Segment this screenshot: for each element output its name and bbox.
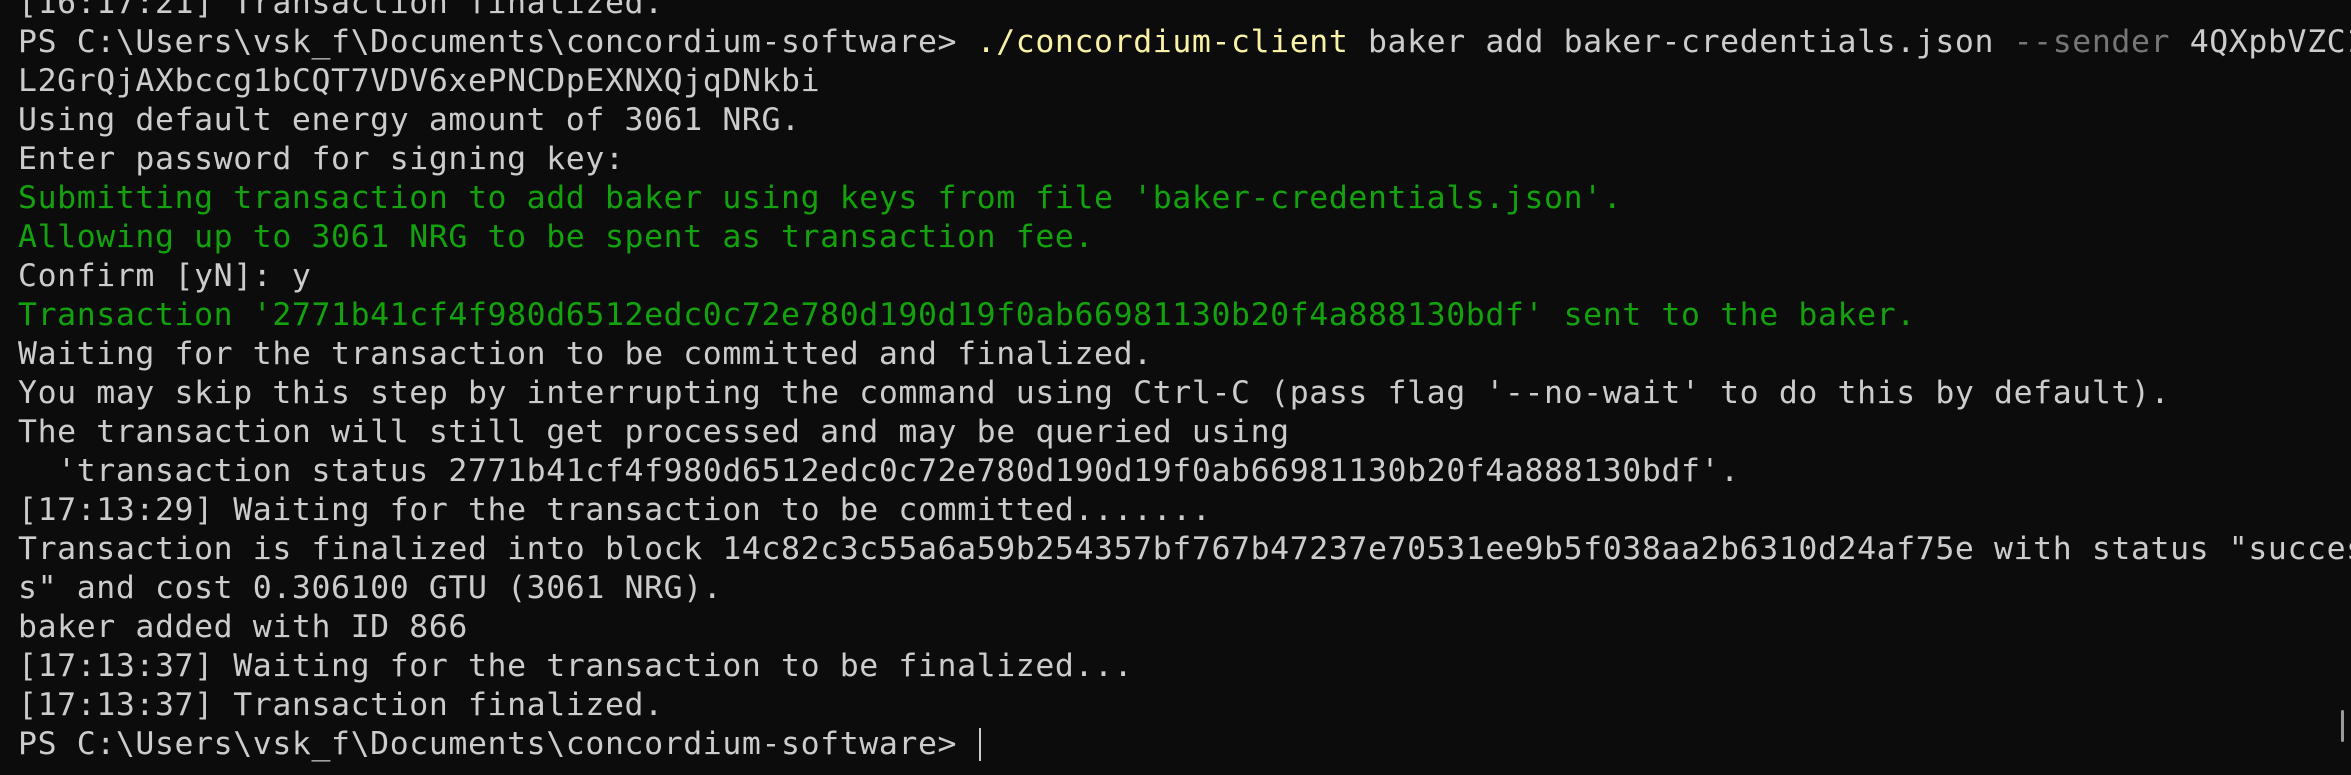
text-segment: You may skip this step by interrupting t… — [18, 375, 2171, 411]
output-line: [16:17:21] Transaction finalized. — [18, 0, 2351, 23]
output-line: Confirm [yN]: y — [18, 257, 2351, 296]
text-segment: 4QXpbVZC1 — [2170, 24, 2351, 60]
scrollbar-thumb[interactable] — [2341, 710, 2344, 742]
text-segment: [17:13:37] Transaction finalized. — [18, 687, 664, 723]
output-line: [17:13:37] Waiting for the transaction t… — [18, 647, 2351, 686]
output-line: Allowing up to 3061 NRG to be spent as t… — [18, 218, 2351, 257]
text-segment: Waiting for the transaction to be commit… — [18, 336, 1153, 372]
text-segment: Confirm [yN]: y — [18, 258, 312, 294]
output-line: Using default energy amount of 3061 NRG. — [18, 101, 2351, 140]
prompt-line: PS C:\Users\vsk_f\Documents\concordium-s… — [18, 725, 2351, 764]
text-segment: L2GrQjAXbccg1bCQT7VDV6xePNCDpEXNXQjqDNkb… — [18, 63, 821, 99]
output-line: s" and cost 0.306100 GTU (3061 NRG). — [18, 569, 2351, 608]
text-segment: [17:13:37] Waiting for the transaction t… — [18, 648, 1134, 684]
text-segment: PS C:\Users\vsk_f\Documents\concordium-s… — [18, 24, 977, 60]
text-segment: baker added with ID 866 — [18, 609, 468, 645]
output-line: PS C:\Users\vsk_f\Documents\concordium-s… — [18, 23, 2351, 62]
text-segment: [17:13:29] Waiting for the transaction t… — [18, 492, 1212, 528]
output-line: 'transaction status 2771b41cf4f980d6512e… — [18, 452, 2351, 491]
output-line: Transaction '2771b41cf4f980d6512edc0c72e… — [18, 296, 2351, 335]
text-segment: ./concordium-client — [976, 24, 1349, 60]
text-segment: 'transaction status 2771b41cf4f980d6512e… — [18, 453, 1740, 489]
text-cursor[interactable] — [978, 728, 981, 761]
output-line: Enter password for signing key: — [18, 140, 2351, 179]
output-line: The transaction will still get processed… — [18, 413, 2351, 452]
text-segment: Using default energy amount of 3061 NRG. — [18, 102, 801, 138]
output-line: [17:13:29] Waiting for the transaction t… — [18, 491, 2351, 530]
text-segment: The transaction will still get processed… — [18, 414, 1290, 450]
terminal-window[interactable]: [16:17:21] Transaction finalized. PS C:\U… — [0, 0, 2351, 775]
scrollbar[interactable] — [2337, 0, 2347, 775]
text-segment: PS C:\Users\vsk_f\Documents\concordium-s… — [18, 726, 977, 762]
terminal-output: [16:17:21] Transaction finalized. PS C:\U… — [18, 0, 2351, 764]
text-segment: s" and cost 0.306100 GTU (3061 NRG). — [18, 570, 723, 606]
text-segment: Allowing up to 3061 NRG to be spent as t… — [18, 219, 1095, 255]
output-line: Submitting transaction to add baker usin… — [18, 179, 2351, 218]
output-line: Waiting for the transaction to be commit… — [18, 335, 2351, 374]
output-line: L2GrQjAXbccg1bCQT7VDV6xePNCDpEXNXQjqDNkb… — [18, 62, 2351, 101]
text-segment: baker add baker-credentials.json — [1348, 24, 2014, 60]
text-segment: [16:17:21] Transaction finalized. — [18, 0, 664, 21]
output-line: [17:13:37] Transaction finalized. — [18, 686, 2351, 725]
output-line: Transaction is finalized into block 14c8… — [18, 530, 2351, 569]
text-segment: --sender — [2013, 24, 2171, 60]
text-segment: Submitting transaction to add baker usin… — [18, 180, 1623, 216]
text-segment: Transaction '2771b41cf4f980d6512edc0c72e… — [18, 297, 1916, 333]
output-line: baker added with ID 866 — [18, 608, 2351, 647]
output-line: You may skip this step by interrupting t… — [18, 374, 2351, 413]
text-segment: Enter password for signing key: — [18, 141, 625, 177]
text-segment: Transaction is finalized into block 14c8… — [18, 531, 2351, 567]
